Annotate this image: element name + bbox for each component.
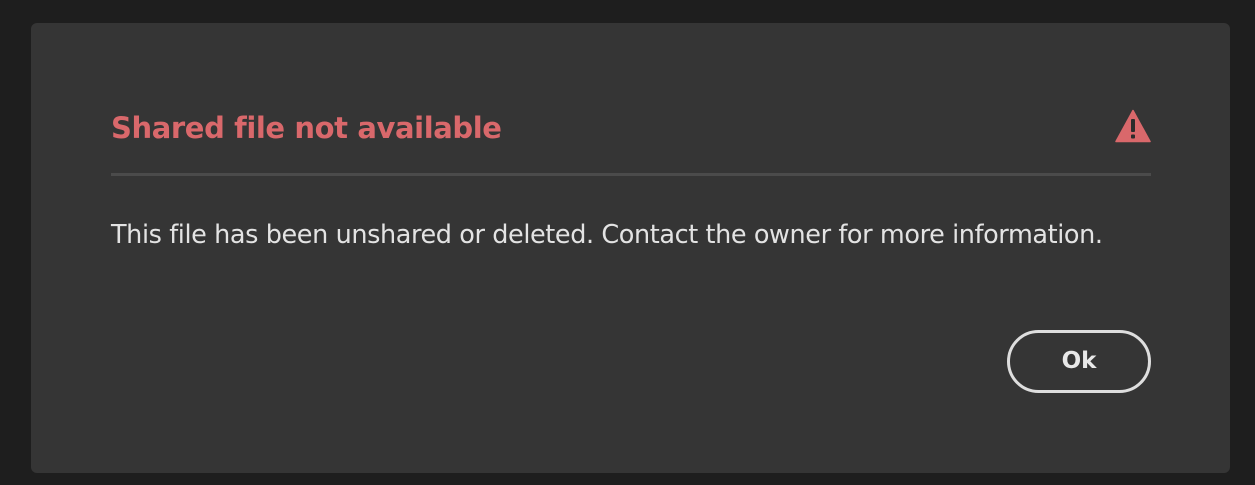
- dialog-title: Shared file not available: [111, 111, 502, 145]
- dialog-message: This file has been unshared or deleted. …: [111, 220, 1103, 250]
- dialog-header: Shared file not available: [111, 109, 1151, 147]
- header-divider: [111, 173, 1151, 176]
- ok-button[interactable]: Ok: [1007, 330, 1151, 393]
- alert-triangle-icon: [1115, 109, 1151, 143]
- error-dialog: Shared file not available This file has …: [31, 23, 1230, 473]
